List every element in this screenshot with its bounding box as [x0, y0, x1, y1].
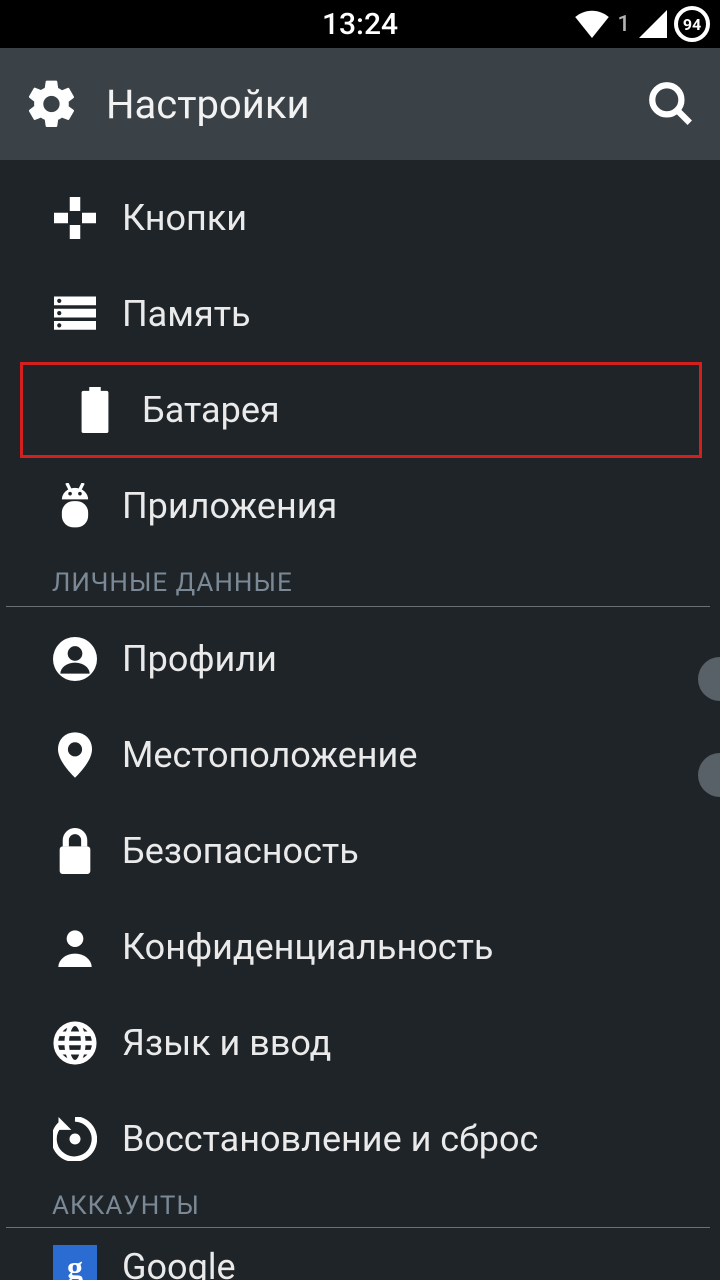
- status-bar: 13:24 1 94: [0, 0, 720, 48]
- battery-icon: [70, 387, 120, 433]
- lock-icon: [50, 828, 100, 874]
- item-label: Google: [122, 1246, 236, 1280]
- item-label: Кнопки: [122, 197, 247, 239]
- item-label: Местоположение: [122, 734, 417, 776]
- item-language[interactable]: Язык и ввод: [0, 995, 720, 1091]
- item-label: Профили: [122, 638, 277, 680]
- dpad-icon: [50, 197, 100, 239]
- item-label: Безопасность: [122, 830, 359, 872]
- storage-icon: [50, 296, 100, 332]
- item-label: Конфиденциальность: [122, 926, 493, 968]
- item-label: Приложения: [122, 485, 337, 527]
- item-privacy[interactable]: Конфиденциальность: [0, 899, 720, 995]
- section-accounts: АККАУНТЫ: [6, 1187, 710, 1228]
- item-backup[interactable]: Восстановление и сброс: [0, 1091, 720, 1187]
- item-apps[interactable]: Приложения: [0, 458, 720, 554]
- item-location[interactable]: Местоположение: [0, 707, 720, 803]
- search-button[interactable]: [646, 79, 696, 129]
- item-label: Батарея: [142, 389, 280, 431]
- sim-indicator: 1: [617, 12, 630, 37]
- item-google[interactable]: g Google: [0, 1232, 720, 1280]
- item-buttons[interactable]: Кнопки: [0, 170, 720, 266]
- android-icon: [50, 483, 100, 529]
- item-battery[interactable]: Батарея: [20, 362, 702, 458]
- item-label: Память: [122, 293, 251, 335]
- settings-list: Кнопки Память Батарея Приложения ЛИ: [0, 160, 720, 1280]
- globe-icon: [50, 1021, 100, 1065]
- location-icon: [50, 732, 100, 778]
- item-label: Язык и ввод: [122, 1022, 331, 1064]
- person-icon: [50, 927, 100, 967]
- signal-icon: [638, 10, 668, 38]
- restore-icon: [50, 1117, 100, 1161]
- item-profiles[interactable]: Профили: [0, 611, 720, 707]
- item-memory[interactable]: Память: [0, 266, 720, 362]
- item-security[interactable]: Безопасность: [0, 803, 720, 899]
- gear-icon: [24, 76, 80, 132]
- section-personal: ЛИЧНЫЕ ДАННЫЕ: [6, 554, 710, 607]
- status-right: 1 94: [575, 6, 710, 42]
- google-icon: g: [50, 1245, 100, 1280]
- app-bar: Настройки: [0, 48, 720, 160]
- status-time: 13:24: [322, 7, 398, 42]
- item-label: Восстановление и сброс: [122, 1118, 538, 1160]
- battery-badge-icon: 94: [674, 6, 710, 42]
- page-title: Настройки: [106, 81, 310, 128]
- account-circle-icon: [50, 637, 100, 681]
- wifi-icon: [575, 10, 609, 38]
